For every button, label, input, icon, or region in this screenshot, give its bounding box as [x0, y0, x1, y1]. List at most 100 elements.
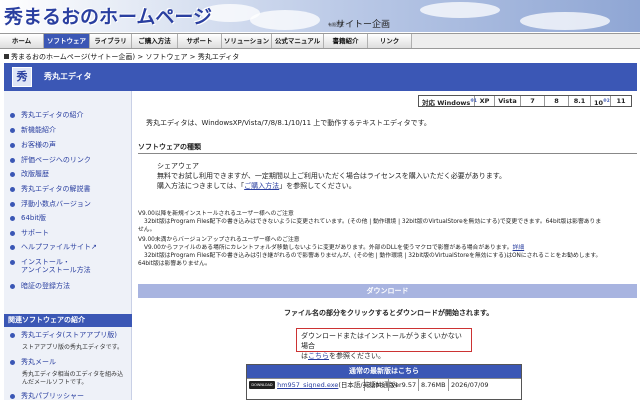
- page-title-bar: 秀 秀丸エディタ: [4, 63, 637, 91]
- sidebar-item-label: ヘルプファイルサイト↗: [21, 243, 97, 251]
- sidebar-item-register[interactable]: 暗証の登録方法: [10, 282, 70, 290]
- notice-suffix: を参照ください。: [329, 352, 385, 360]
- bullet-icon: [10, 202, 15, 207]
- purchase-info: 購入方法につきましては、「ご購入方法」を参照してください。: [157, 182, 356, 191]
- nav-software[interactable]: ソフトウェア: [44, 34, 90, 48]
- sidebar-item-support[interactable]: サポート: [10, 229, 49, 237]
- nav-library[interactable]: ライブラリ: [90, 34, 132, 48]
- breadcrumb-sep: >: [187, 53, 198, 61]
- bullet-icon: [10, 216, 15, 221]
- nav-support[interactable]: サポート: [178, 34, 222, 48]
- sidebar-item-float-version[interactable]: 浮動小数点バージョン: [10, 200, 91, 208]
- bullet-icon: [10, 360, 15, 365]
- bullet-icon: [10, 143, 15, 148]
- sidebar-item-install[interactable]: インストール・ アンインストール方法: [10, 258, 91, 274]
- sidebar-item-new-features[interactable]: 新機能紹介: [10, 126, 56, 134]
- sidebar-item-help-site[interactable]: ヘルプファイルサイト↗: [10, 243, 97, 251]
- nav-home[interactable]: ホーム: [0, 34, 44, 48]
- latest-date: 2026/07/09: [451, 381, 489, 389]
- section-heading: ソフトウェアの種類: [138, 142, 637, 154]
- sidebar-item-voices[interactable]: お客様の声: [10, 141, 56, 149]
- company-name: 有限会社サイトー企画: [328, 17, 390, 30]
- nav-purchase[interactable]: ご購入方法: [132, 34, 178, 48]
- company-prefix: 有限会社: [328, 21, 344, 27]
- sidebar-item-reviews[interactable]: 評価ページへのリンク: [10, 156, 91, 164]
- nav-books[interactable]: 書籍紹介: [324, 34, 368, 48]
- cloud-decoration: [250, 10, 320, 30]
- purchase-link[interactable]: ご購入方法: [244, 182, 279, 190]
- square-bullet-icon: [4, 54, 9, 59]
- sidebar-item-label: 秀丸メール: [21, 358, 56, 366]
- breadcrumb-current: 秀丸エディタ: [197, 53, 240, 61]
- sidebar-item-label-line2: アンインストール方法: [21, 266, 91, 274]
- software-type: シェアウェア: [157, 162, 199, 170]
- note2-line: V9.00からファイルのある場所にカレントフォルダ移動しないように変更があります…: [144, 244, 524, 252]
- site-title[interactable]: 秀まるおのホームページ: [4, 2, 212, 29]
- bullet-icon: [10, 394, 15, 399]
- notice-line: ダウンロードまたはインストールがうまくいかない場合: [301, 332, 462, 350]
- hidemaru-logo-icon: 秀: [12, 67, 32, 87]
- bullet-icon: [10, 187, 15, 192]
- compat-vista: Vista: [495, 96, 521, 106]
- bullet-icon: [10, 260, 15, 265]
- header-banner: 秀まるおのホームページ 有限会社サイトー企画: [0, 0, 640, 32]
- cloud-decoration: [420, 2, 500, 18]
- sidebar-item-label: 改版履歴: [21, 170, 49, 178]
- note2-detail-link[interactable]: 詳細: [513, 245, 525, 251]
- sidebar-related-publisher[interactable]: 秀丸パブリッシャー: [10, 392, 84, 400]
- sidebar-item-label: 秀丸エディタ(ストアアプリ版): [21, 331, 117, 339]
- notice-link[interactable]: こちら: [308, 352, 329, 360]
- note1-title: V9.00以降を新規インストールされるユーザー様へのご注意: [138, 211, 294, 217]
- latest-version-heading: 通常の最新版はこちら: [247, 365, 521, 378]
- note1-line: 32bit版はProgram Files配下の書き込みはできないように変更されて…: [144, 219, 602, 225]
- windows-compat-table: 対応 Windows※1 XP Vista 7 8 8.1 10※2 11: [418, 95, 632, 107]
- sidebar-item-label: 秀丸エディタの紹介: [21, 111, 84, 119]
- compat-7: 7: [521, 96, 545, 106]
- sidebar-item-label: インストール・ アンインストール方法: [21, 258, 91, 274]
- compat-label: 対応 Windows※1: [419, 96, 477, 108]
- company-label: サイトー企画: [336, 20, 391, 30]
- sidebar-item-label: 浮動小数点バージョン: [21, 200, 91, 208]
- note1-line: せん。: [138, 227, 156, 233]
- latest-size: 8.76MB: [419, 379, 449, 391]
- sidebar-item-label: 暗証の登録方法: [21, 282, 70, 290]
- breadcrumb-home[interactable]: 秀まるおのホームページ(サイトー企画): [11, 53, 135, 61]
- compat-label-text: 対応 Windows: [422, 99, 471, 108]
- sidebar-item-label: 64bit版: [21, 214, 47, 222]
- breadcrumb: 秀まるおのホームページ(サイトー企画) > ソフトウェア > 秀丸エディタ: [4, 52, 239, 62]
- sidebar-item-history[interactable]: 改版履歴: [10, 170, 49, 178]
- related-description: ストアアプリ版の秀丸エディタです。: [22, 344, 123, 351]
- breadcrumb-software[interactable]: ソフトウェア: [145, 53, 187, 61]
- related-description: 秀丸エディタ相当のエディタを組み込: [22, 371, 124, 378]
- download-instructions: ファイル名の部分をクリックするとダウンロードが開始されます。: [284, 309, 494, 317]
- sidebar-related-mail[interactable]: 秀丸メール: [10, 358, 56, 366]
- breadcrumb-sep: >: [135, 53, 146, 61]
- latest-version-table: 通常の最新版はこちら DOWNLOAD hm957_signed.exe(日本語…: [246, 364, 522, 400]
- sidebar-item-label: 秀丸エディタの解説書: [21, 185, 91, 193]
- latest-file-link[interactable]: hm957_signed.exe: [277, 381, 338, 389]
- download-icon: DOWNLOAD: [249, 381, 275, 389]
- bullet-icon: [10, 333, 15, 338]
- nav-links[interactable]: リンク: [368, 34, 412, 48]
- cloud-decoration: [520, 12, 610, 30]
- compat-10-text: 10: [594, 99, 604, 108]
- download-notice-box: ダウンロードまたはインストールがうまくいかない場合 はこちらを参照ください。: [296, 328, 472, 360]
- sidebar-related-store[interactable]: 秀丸エディタ(ストアアプリ版): [10, 331, 117, 339]
- bullet-icon: [10, 128, 15, 133]
- bullet-icon: [10, 113, 15, 118]
- compat-10: 10※2: [591, 96, 611, 108]
- section-heading-text: ソフトウェアの種類: [138, 143, 201, 151]
- nav-manual[interactable]: 公式マニュアル: [272, 34, 324, 48]
- compat-8: 8: [545, 96, 569, 106]
- bullet-icon: [10, 245, 15, 250]
- sidebar-item-label: 秀丸パブリッシャー: [21, 392, 84, 400]
- note2-line: 64bit版は影響ありません。: [138, 261, 211, 267]
- sidebar-item-guidebook[interactable]: 秀丸エディタの解説書: [10, 185, 91, 193]
- note2-title: V9.00未満からバージョンアップされるユーザー様へのご注意: [138, 237, 300, 243]
- compat-note-link[interactable]: ※2: [603, 98, 610, 103]
- nav-solution[interactable]: ソリューション: [222, 34, 272, 48]
- sidebar-item-intro[interactable]: 秀丸エディタの紹介: [10, 111, 84, 119]
- note2-line-text: V9.00からファイルのある場所にカレントフォルダ移動しないように変更があります…: [144, 245, 513, 251]
- page-title: 秀丸エディタ: [44, 72, 92, 81]
- sidebar-item-64bit[interactable]: 64bit版: [10, 214, 46, 222]
